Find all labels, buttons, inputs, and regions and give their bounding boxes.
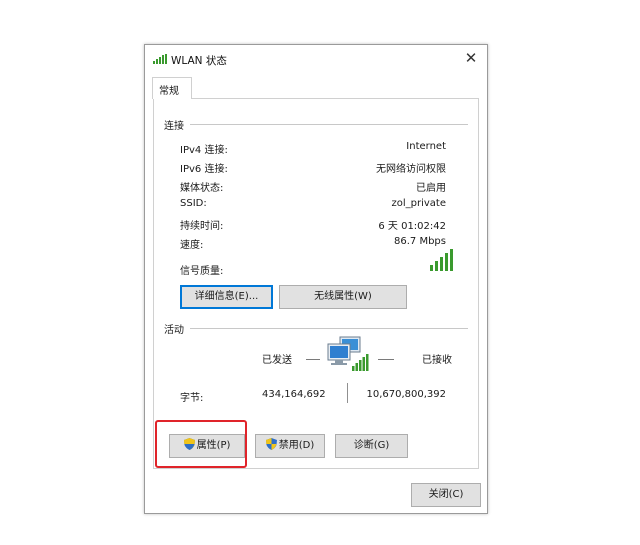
disable-button[interactable]: 禁用(D): [255, 434, 325, 458]
disable-button-label: 禁用(D): [278, 440, 315, 451]
duration-label: 持续时间:: [180, 221, 224, 232]
wifi-signal-icon: [153, 54, 167, 64]
speed-label: 速度:: [180, 240, 204, 251]
sent-label: 已发送: [262, 355, 292, 366]
bytes-separator: [347, 383, 348, 403]
tab-general-label: 常规: [159, 86, 179, 97]
close-button[interactable]: 关闭(C): [411, 483, 481, 507]
signal-strength-icon: [430, 249, 453, 271]
bytes-sent-value: 434,164,692: [262, 389, 326, 400]
bytes-label: 字节:: [180, 393, 204, 404]
ipv6-label: IPv6 连接:: [180, 164, 228, 175]
connection-divider: [190, 124, 468, 125]
received-connector-line: [378, 359, 394, 360]
network-computers-icon: [327, 336, 369, 371]
activity-group-label: 活动: [164, 325, 184, 336]
red-highlight-box: [155, 420, 247, 468]
signal-quality-label: 信号质量:: [180, 266, 224, 277]
wireless-properties-button[interactable]: 无线属性(W): [279, 285, 407, 309]
duration-value: 6 天 01:02:42: [378, 221, 446, 232]
uac-shield-icon: [265, 438, 277, 450]
activity-divider: [190, 328, 468, 329]
media-state-label: 媒体状态:: [180, 183, 224, 194]
close-window-button[interactable]: ✕: [461, 48, 481, 68]
sent-connector-line: [306, 359, 320, 360]
ipv4-label: IPv4 连接:: [180, 145, 228, 156]
details-button[interactable]: 详细信息(E)...: [180, 285, 273, 309]
ipv6-value: 无网络访问权限: [376, 164, 446, 175]
title-bar: WLAN 状态 ✕: [145, 45, 487, 73]
media-state-value: 已启用: [416, 183, 446, 194]
ssid-label: SSID:: [180, 198, 207, 209]
connection-group-label: 连接: [164, 121, 184, 132]
speed-value: 86.7 Mbps: [394, 236, 446, 247]
received-label: 已接收: [422, 355, 452, 366]
tab-general[interactable]: 常规: [152, 77, 192, 99]
diagnose-button[interactable]: 诊断(G): [335, 434, 408, 458]
ssid-value: zol_private: [391, 198, 446, 209]
window-title: WLAN 状态: [171, 55, 227, 67]
tab-panel: 连接 IPv4 连接: Internet IPv6 连接: 无网络访问权限 媒体…: [153, 98, 479, 469]
bytes-received-value: 10,670,800,392: [366, 389, 446, 400]
ipv4-value: Internet: [406, 141, 446, 152]
